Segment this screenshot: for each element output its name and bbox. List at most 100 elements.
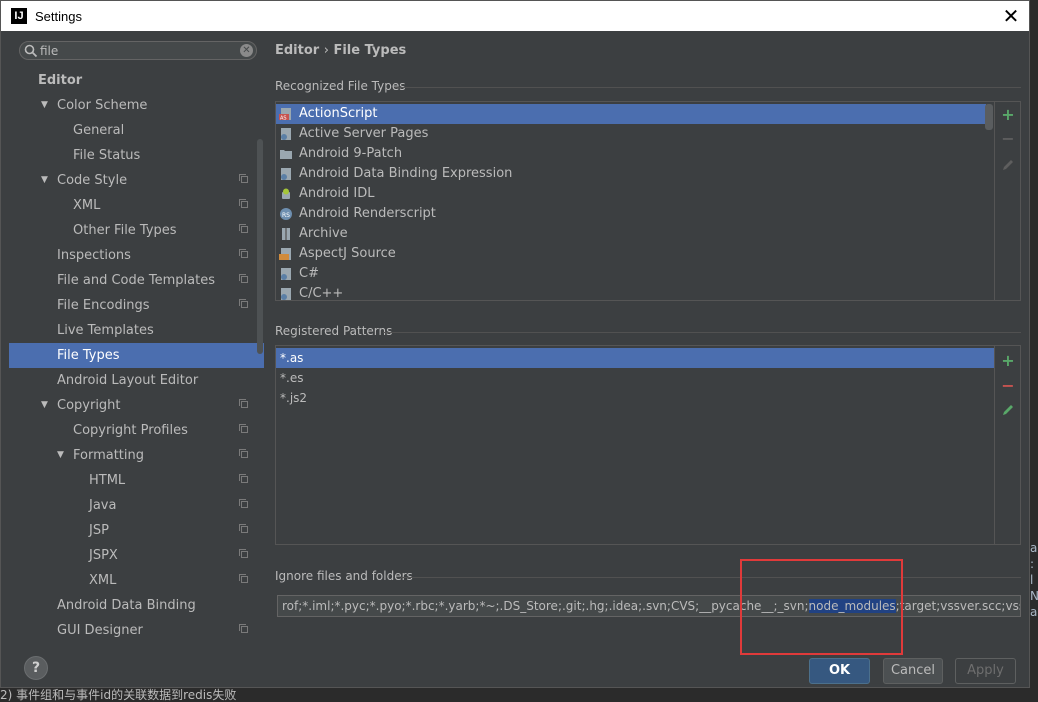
search-input[interactable] <box>38 43 222 58</box>
ignore-files-input[interactable]: rof;*.iml;*.pyc;*.pyo;*.rbc;*.yarb;*~;.D… <box>277 595 1021 617</box>
tree-item-android-data-binding[interactable]: Android Data Binding <box>9 593 264 618</box>
file-type-label: AspectJ Source <box>299 246 396 261</box>
file-type-row[interactable]: Archive <box>276 224 986 244</box>
tree-item-copyright-profiles[interactable]: Copyright Profiles <box>9 418 264 443</box>
project-scope-icon <box>239 574 248 583</box>
tree-item-copyright[interactable]: ▼ Copyright <box>9 393 264 418</box>
add-file-type-icon[interactable]: + <box>1001 107 1015 123</box>
registered-patterns-list: *.as *.es *.js2 + − <box>275 345 1021 545</box>
tree-item-label: Copyright Profiles <box>73 423 188 438</box>
background-char: : <box>1030 557 1035 571</box>
project-scope-icon <box>239 199 248 208</box>
tree-item-other-file-types[interactable]: Other File Types <box>9 218 264 243</box>
pattern-row[interactable]: *.as <box>276 348 994 368</box>
tree-item-general[interactable]: General <box>9 118 264 143</box>
edit-pattern-icon[interactable] <box>1001 403 1015 417</box>
registered-patterns-label: Registered Patterns <box>275 324 393 338</box>
expand-arrow-icon[interactable]: ▼ <box>41 393 48 418</box>
file-types-scrollbar[interactable] <box>985 104 993 130</box>
android-icon <box>282 188 290 199</box>
expand-arrow-icon[interactable]: ▼ <box>41 93 48 118</box>
folder-icon <box>280 150 292 159</box>
project-scope-icon <box>239 449 248 458</box>
clear-search-icon[interactable]: ✕ <box>240 44 253 57</box>
tree-item-android-layout-editor[interactable]: Android Layout Editor <box>9 368 264 393</box>
file-type-row[interactable]: RS Android Renderscript <box>276 204 986 224</box>
file-type-row[interactable]: Active Server Pages <box>276 124 986 144</box>
file-type-label: Archive <box>299 226 348 241</box>
tree-item-xml[interactable]: XML <box>9 193 264 218</box>
tree-item-gui-designer[interactable]: GUI Designer <box>9 618 264 643</box>
file-type-row[interactable]: Android IDL <box>276 184 986 204</box>
project-scope-icon <box>239 249 248 258</box>
file-type-label: Android IDL <box>299 186 375 201</box>
tree-item-label: HTML <box>89 473 126 488</box>
svg-text:RS: RS <box>282 212 290 219</box>
tree-item-label: File Encodings <box>57 298 150 313</box>
file-type-row[interactable]: C# <box>276 264 986 284</box>
tree-item-file-and-code-templates[interactable]: File and Code Templates <box>9 268 264 293</box>
tree-item-jspx[interactable]: JSPX <box>9 543 264 568</box>
project-scope-icon <box>239 499 248 508</box>
renderscript-icon: RS <box>280 208 292 220</box>
background-char: l <box>1030 573 1034 587</box>
file-type-label: Android Renderscript <box>299 206 436 221</box>
expand-arrow-icon[interactable]: ▼ <box>41 168 48 193</box>
tree-item-live-templates[interactable]: Live Templates <box>9 318 264 343</box>
tree-item-label: Inspections <box>57 248 131 263</box>
file-type-row[interactable]: C/C++ <box>276 284 986 300</box>
pattern-row[interactable]: *.js2 <box>276 388 994 408</box>
pattern-row[interactable]: *.es <box>276 368 994 388</box>
project-scope-icon <box>239 524 248 533</box>
tree-item-label: Java <box>89 498 117 513</box>
file-type-row[interactable]: AS ActionScript <box>276 104 986 124</box>
ignore-text-before: rof;*.iml;*.pyc;*.pyo;*.rbc;*.yarb;*~;.D… <box>282 599 809 613</box>
background-editor-bottom-text: 2) 事件组和与事件id的关联数据到redis失败 <box>0 688 1038 702</box>
recognized-file-types-label: Recognized File Types <box>275 79 406 93</box>
tree-item-label: Formatting <box>73 448 145 463</box>
tree-item-html[interactable]: HTML <box>9 468 264 493</box>
tree-item-file-status[interactable]: File Status <box>9 143 264 168</box>
background-char: a <box>1030 605 1038 619</box>
recognized-file-types-list: AS ActionScript Active Server Pages Android… <box>275 101 1021 301</box>
tree-item-java[interactable]: Java <box>9 493 264 518</box>
tree-item-editor[interactable]: Editor <box>9 68 264 93</box>
title-bar: IJ Settings ✕ <box>1 1 1029 31</box>
tree-item-file-types[interactable]: File Types <box>9 343 264 368</box>
file-type-label: Android Data Binding Expression <box>299 166 513 181</box>
settings-search[interactable]: ✕ <box>19 41 257 60</box>
background-char: N <box>1030 589 1038 603</box>
project-scope-icon <box>239 299 248 308</box>
edit-file-type-icon[interactable] <box>1001 158 1015 172</box>
background-char: a <box>1030 541 1038 555</box>
close-button[interactable]: ✕ <box>999 4 1023 28</box>
help-button[interactable]: ? <box>24 656 48 680</box>
file-type-row[interactable]: Android Data Binding Expression <box>276 164 986 184</box>
remove-pattern-icon[interactable]: − <box>1001 378 1015 394</box>
tree-item-code-style[interactable]: ▼ Code Style <box>9 168 264 193</box>
tree-item-file-encodings[interactable]: File Encodings <box>9 293 264 318</box>
file-type-row[interactable]: Android 9-Patch <box>276 144 986 164</box>
tree-item-formatting[interactable]: ▼ Formatting <box>9 443 264 468</box>
tree-scrollbar[interactable] <box>257 139 263 354</box>
ignore-files-label: Ignore files and folders <box>275 569 413 583</box>
file-type-label: Android 9-Patch <box>299 146 403 161</box>
tree-item-color-scheme[interactable]: ▼ Color Scheme <box>9 93 264 118</box>
tree-item-label: JSPX <box>89 548 118 563</box>
cancel-button[interactable]: Cancel <box>883 658 943 684</box>
breadcrumb-separator: › <box>323 43 329 58</box>
settings-tree-panel: ✕ Editor ▼ Color Scheme General File Status ▼… <box>9 39 264 641</box>
expand-arrow-icon[interactable]: ▼ <box>57 443 64 468</box>
tree-item-label: Live Templates <box>57 323 154 338</box>
ok-button[interactable]: OK <box>809 658 870 684</box>
add-pattern-icon[interactable]: + <box>1001 353 1015 369</box>
file-type-label: ActionScript <box>299 106 378 121</box>
remove-file-type-icon[interactable]: − <box>1001 131 1015 147</box>
breadcrumb-current: File Types <box>333 43 407 58</box>
tree-item-xml[interactable]: XML <box>9 568 264 593</box>
tree-item-inspections[interactable]: Inspections <box>9 243 264 268</box>
annotation-highlight-box <box>740 559 903 655</box>
apply-button[interactable]: Apply <box>955 658 1016 684</box>
tree-item-jsp[interactable]: JSP <box>9 518 264 543</box>
file-type-row[interactable]: AspectJ Source <box>276 244 986 264</box>
